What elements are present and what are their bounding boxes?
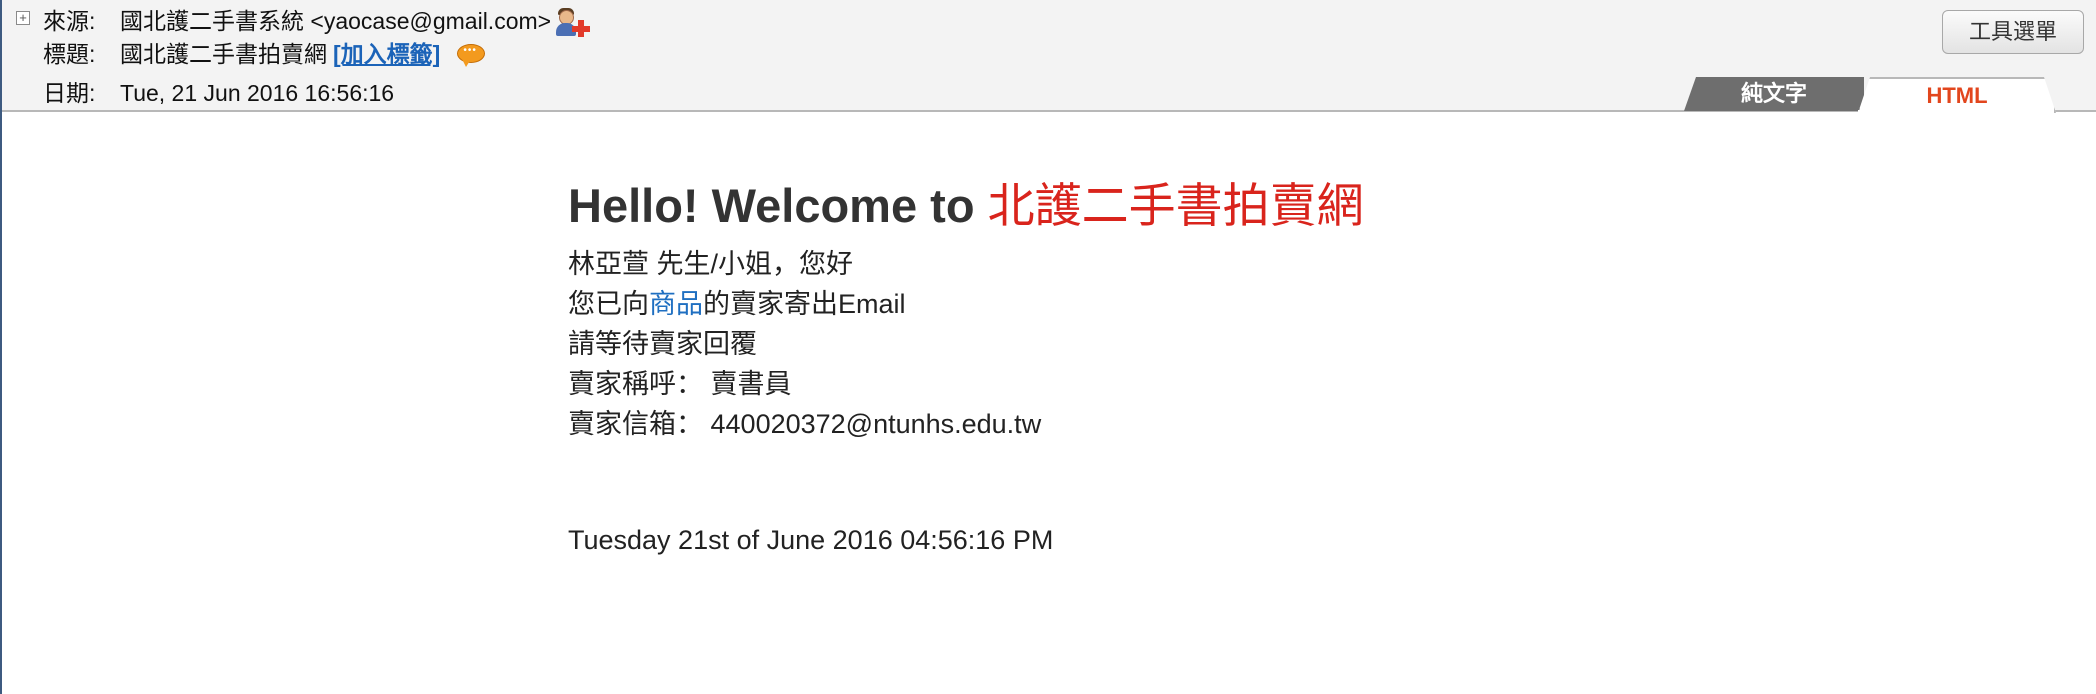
add-tag-link[interactable]: [加入標籤] — [333, 41, 440, 67]
site-name: 北護二手書拍賣網 — [987, 179, 1364, 232]
tab-plain-text[interactable]: 純文字 — [1684, 77, 1864, 111]
sent-timestamp: Tuesday 21st of June 2016 04:56:16 PM — [568, 525, 1054, 555]
tools-menu-button[interactable]: 工具選單 — [1942, 10, 2084, 54]
email-viewer: + 來源: 國北護二手書系統 <yaocase@gmail.com> 標題: 國… — [0, 0, 2096, 694]
email-body: Hello! Welcome to 北護二手書拍賣網 林亞萱 先生/小姐，您好 … — [568, 178, 1868, 558]
from-value-wrap: 國北護二手書系統 <yaocase@gmail.com> — [120, 5, 591, 39]
seller-email: 440020372@ntunhs.edu.tw — [710, 409, 1042, 439]
sent-suffix: 的賣家寄出Email — [703, 289, 906, 319]
seller-email-label: 賣家信箱： — [568, 409, 703, 439]
seller-name: 賣書員 — [710, 369, 792, 399]
subject-value: 國北護二手書拍賣網 — [120, 41, 327, 67]
comment-bubble-icon[interactable]: ••• — [456, 43, 486, 69]
seller-name-label: 賣家稱呼： — [568, 369, 703, 399]
sent-prefix: 您已向 — [568, 289, 649, 319]
active-tab-joiner — [1858, 110, 2052, 113]
seller-email-line: 賣家信箱： 440020372@ntunhs.edu.tw — [568, 404, 1868, 444]
welcome-heading: Hello! Welcome to 北護二手書拍賣網 — [568, 178, 1868, 234]
expand-header-icon[interactable]: + — [16, 11, 30, 25]
welcome-prefix: Hello! Welcome to — [568, 179, 988, 232]
date-label: 日期: — [43, 80, 96, 106]
date-value: Tue, 21 Jun 2016 16:56:16 — [120, 80, 395, 106]
greeting-line: 林亞萱 先生/小姐，您好 — [568, 249, 854, 279]
from-value: 國北護二手書系統 <yaocase@gmail.com> — [120, 8, 552, 34]
email-header: + 來源: 國北護二手書系統 <yaocase@gmail.com> 標題: 國… — [2, 0, 2096, 112]
seller-name-line: 賣家稱呼： 賣書員 — [568, 364, 1868, 404]
subject-value-wrap: 國北護二手書拍賣網 [加入標籤] ••• — [120, 38, 486, 70]
subject-label: 標題: — [43, 41, 96, 67]
add-contact-icon[interactable] — [555, 7, 591, 39]
message-lines: 林亞萱 先生/小姐，您好 您已向商品的賣家寄出Email 請等待賣家回覆 賣家稱… — [568, 244, 1868, 444]
product-link[interactable]: 商品 — [649, 289, 703, 319]
tab-html[interactable]: HTML — [1858, 77, 2056, 113]
wait-line: 請等待賣家回覆 — [568, 329, 757, 359]
from-label: 來源: — [43, 8, 96, 34]
sent-line: 您已向商品的賣家寄出Email — [568, 284, 1868, 324]
